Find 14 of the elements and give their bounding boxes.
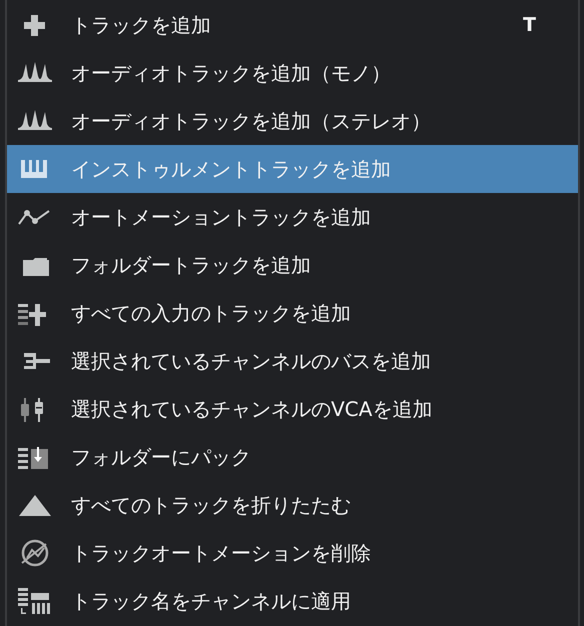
shortcut-key: T <box>523 10 536 40</box>
menu-item[interactable]: すべてのトラックを折りたたむ <box>7 481 578 529</box>
menu-item[interactable]: すべての入力のトラックを追加 <box>7 289 578 337</box>
menu-item[interactable]: インストゥルメントトラックを追加 <box>7 145 578 193</box>
menu-item[interactable]: フォルダーにパック <box>7 433 578 481</box>
menu-item[interactable]: 選択されているチャンネルのバスを追加 <box>7 337 578 385</box>
menu-item[interactable]: オーディオトラックを追加（モノ） <box>7 49 578 97</box>
menu-item[interactable]: オートメーショントラックを追加 <box>7 193 578 241</box>
menu-item[interactable]: トラック名をチャンネルに適用 <box>7 577 578 625</box>
menu-item[interactable]: トラックを追加 T <box>7 1 578 49</box>
menu-item[interactable]: トラックオートメーションを削除 <box>7 529 578 577</box>
menu-item[interactable]: オーディオトラックを追加（ステレオ） <box>7 97 578 145</box>
menu-item[interactable]: 選択されているチャンネルのVCAを追加 <box>7 385 578 433</box>
menu-item[interactable]: フォルダートラックを追加 <box>7 241 578 289</box>
